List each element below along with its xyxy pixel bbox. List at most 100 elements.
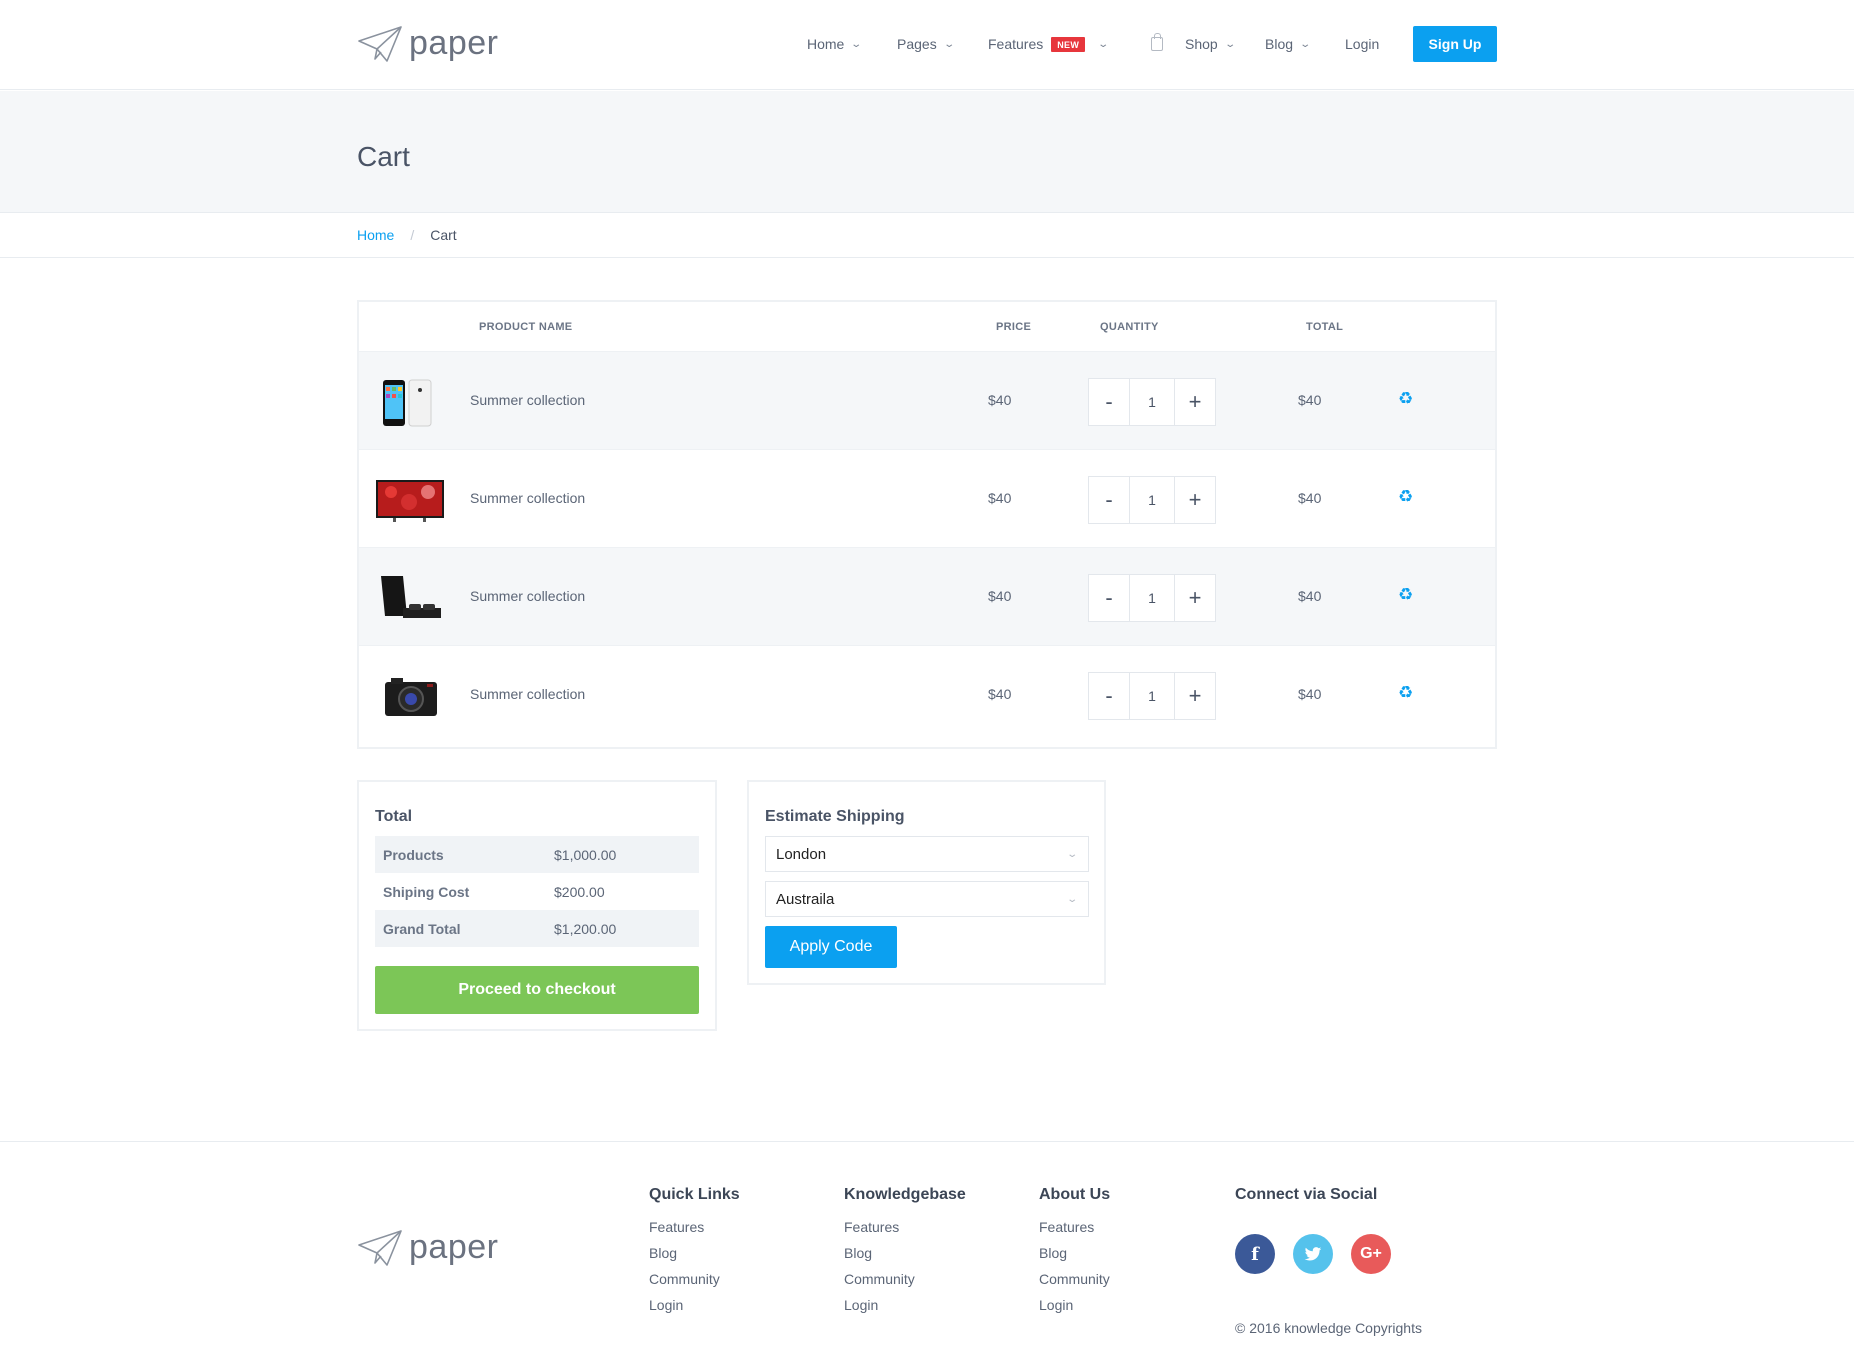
decrease-quantity-button[interactable]: - bbox=[1089, 379, 1129, 425]
decrease-quantity-button[interactable]: - bbox=[1089, 673, 1129, 719]
site-header: paper Home ⌄ Pages ⌄ Features NEW ⌄ Shop… bbox=[0, 0, 1854, 90]
nav-item-features[interactable]: Features NEW ⌄ bbox=[988, 36, 1110, 52]
totals-row: Grand Total $1,200.00 bbox=[375, 910, 699, 947]
increase-quantity-button[interactable]: + bbox=[1175, 575, 1215, 621]
facebook-icon[interactable]: f bbox=[1235, 1234, 1275, 1274]
footer-link[interactable]: Login bbox=[844, 1297, 966, 1313]
camera-thumbnail[interactable] bbox=[373, 666, 445, 724]
footer-link[interactable]: Features bbox=[1039, 1219, 1110, 1235]
footer-link[interactable]: Login bbox=[649, 1297, 740, 1313]
header-total: TOTAL bbox=[1306, 321, 1344, 333]
product-name[interactable]: Summer collection bbox=[470, 490, 585, 506]
google-plus-icon[interactable]: G+ bbox=[1351, 1234, 1391, 1274]
quantity-input[interactable]: 1 bbox=[1129, 575, 1175, 621]
footer-link[interactable]: Blog bbox=[844, 1245, 966, 1261]
row-total: $40 bbox=[1298, 392, 1322, 408]
quantity-input[interactable]: 1 bbox=[1129, 379, 1175, 425]
nav-item-shop[interactable]: Shop ⌄ bbox=[1151, 33, 1236, 52]
table-row: Summer collection $40 - 1 + $40 ♻ bbox=[359, 548, 1495, 646]
table-row: Summer collection $40 - 1 + $40 ♻ bbox=[359, 646, 1495, 744]
footer-brand-logo[interactable]: paper bbox=[357, 1228, 498, 1267]
totals-label: Shiping Cost bbox=[383, 883, 470, 900]
row-total: $40 bbox=[1298, 588, 1322, 604]
proceed-to-checkout-button[interactable]: Proceed to checkout bbox=[375, 966, 699, 1014]
footer-link[interactable]: Features bbox=[649, 1219, 740, 1235]
header-quantity: QUANTITY bbox=[1100, 321, 1159, 333]
increase-quantity-button[interactable]: + bbox=[1175, 673, 1215, 719]
remove-item-icon[interactable]: ♻ bbox=[1398, 683, 1413, 703]
increase-quantity-button[interactable]: + bbox=[1175, 477, 1215, 523]
remove-item-icon[interactable]: ♻ bbox=[1398, 389, 1413, 409]
paper-plane-icon bbox=[358, 1229, 402, 1266]
footer-column-knowledgebase: Knowledgebase Features Blog Community Lo… bbox=[844, 1186, 966, 1323]
breadcrumb-current: Cart bbox=[430, 227, 457, 243]
footer-link[interactable]: Blog bbox=[649, 1245, 740, 1261]
brand-logo[interactable]: paper bbox=[357, 24, 498, 63]
city-select-value: London bbox=[776, 845, 827, 863]
footer-link[interactable]: Community bbox=[1039, 1271, 1110, 1287]
shipping-title: Estimate Shipping bbox=[765, 808, 905, 825]
remove-item-icon[interactable]: ♻ bbox=[1398, 487, 1413, 507]
quantity-input[interactable]: 1 bbox=[1129, 673, 1175, 719]
new-badge: NEW bbox=[1051, 36, 1086, 52]
product-name[interactable]: Summer collection bbox=[470, 588, 585, 604]
nav-label: Features bbox=[988, 36, 1044, 52]
header-product-name: PRODUCT NAME bbox=[479, 321, 573, 333]
footer-column-title: Quick Links bbox=[649, 1186, 740, 1203]
quantity-stepper: - 1 + bbox=[1088, 574, 1216, 622]
footer-column-title: About Us bbox=[1039, 1186, 1111, 1203]
footer-link[interactable]: Features bbox=[844, 1219, 966, 1235]
footer-column-about-us: About Us Features Blog Community Login bbox=[1039, 1186, 1110, 1323]
product-name[interactable]: Summer collection bbox=[470, 686, 585, 702]
twitter-icon[interactable] bbox=[1293, 1234, 1333, 1274]
increase-quantity-button[interactable]: + bbox=[1175, 379, 1215, 425]
twitter-bird-icon bbox=[1304, 1246, 1322, 1260]
paper-plane-icon bbox=[358, 25, 402, 62]
footer-link[interactable]: Login bbox=[1039, 1297, 1110, 1313]
footer-link[interactable]: Blog bbox=[1039, 1245, 1110, 1261]
totals-title: Total bbox=[375, 808, 413, 825]
page-title-band: Cart bbox=[0, 91, 1854, 213]
chevron-down-icon: ⌄ bbox=[1097, 38, 1110, 50]
remove-item-icon[interactable]: ♻ bbox=[1398, 585, 1413, 605]
quantity-stepper: - 1 + bbox=[1088, 378, 1216, 426]
totals-value: $200.00 bbox=[554, 883, 605, 900]
social-links: f G+ bbox=[1235, 1234, 1391, 1274]
cart-table: PRODUCT NAME PRICE QUANTITY TOTAL Summer… bbox=[357, 300, 1497, 749]
totals-table: Products $1,000.00 Shiping Cost $200.00 … bbox=[375, 836, 699, 947]
chevron-down-icon: ⌄ bbox=[1065, 848, 1078, 860]
cart-totals-box: Total Products $1,000.00 Shiping Cost $2… bbox=[357, 780, 717, 1031]
cart-table-header: PRODUCT NAME PRICE QUANTITY TOTAL bbox=[359, 302, 1495, 352]
city-select[interactable]: London ⌄ bbox=[765, 836, 1089, 872]
quantity-stepper: - 1 + bbox=[1088, 476, 1216, 524]
totals-label: Products bbox=[383, 846, 444, 863]
smartphone-thumbnail[interactable] bbox=[373, 372, 445, 430]
game-console-thumbnail[interactable] bbox=[373, 568, 445, 626]
table-row: Summer collection $40 - 1 + $40 ♻ bbox=[359, 352, 1495, 450]
decrease-quantity-button[interactable]: - bbox=[1089, 575, 1129, 621]
breadcrumb-home-link[interactable]: Home bbox=[357, 227, 394, 243]
product-price: $40 bbox=[988, 392, 1012, 408]
row-total: $40 bbox=[1298, 490, 1322, 506]
product-price: $40 bbox=[988, 490, 1012, 506]
breadcrumb: Home / Cart bbox=[0, 214, 1854, 258]
quantity-input[interactable]: 1 bbox=[1129, 477, 1175, 523]
nav-item-login[interactable]: Login bbox=[1345, 36, 1379, 52]
footer-link[interactable]: Community bbox=[649, 1271, 740, 1287]
row-total: $40 bbox=[1298, 686, 1322, 702]
nav-item-blog[interactable]: Blog ⌄ bbox=[1265, 36, 1311, 52]
product-name[interactable]: Summer collection bbox=[470, 392, 585, 408]
page-title: Cart bbox=[357, 141, 410, 172]
nav-item-home[interactable]: Home ⌄ bbox=[807, 36, 862, 52]
shopping-bag-icon bbox=[1151, 33, 1163, 51]
television-thumbnail[interactable] bbox=[373, 470, 445, 528]
sign-up-button[interactable]: Sign Up bbox=[1413, 26, 1497, 62]
chevron-down-icon: ⌄ bbox=[943, 38, 955, 50]
brand-name: paper bbox=[409, 1228, 499, 1266]
decrease-quantity-button[interactable]: - bbox=[1089, 477, 1129, 523]
footer-link[interactable]: Community bbox=[844, 1271, 966, 1287]
country-select[interactable]: Austraila ⌄ bbox=[765, 881, 1089, 917]
totals-label: Grand Total bbox=[383, 920, 461, 937]
nav-item-pages[interactable]: Pages ⌄ bbox=[897, 36, 955, 52]
apply-code-button[interactable]: Apply Code bbox=[765, 926, 897, 968]
